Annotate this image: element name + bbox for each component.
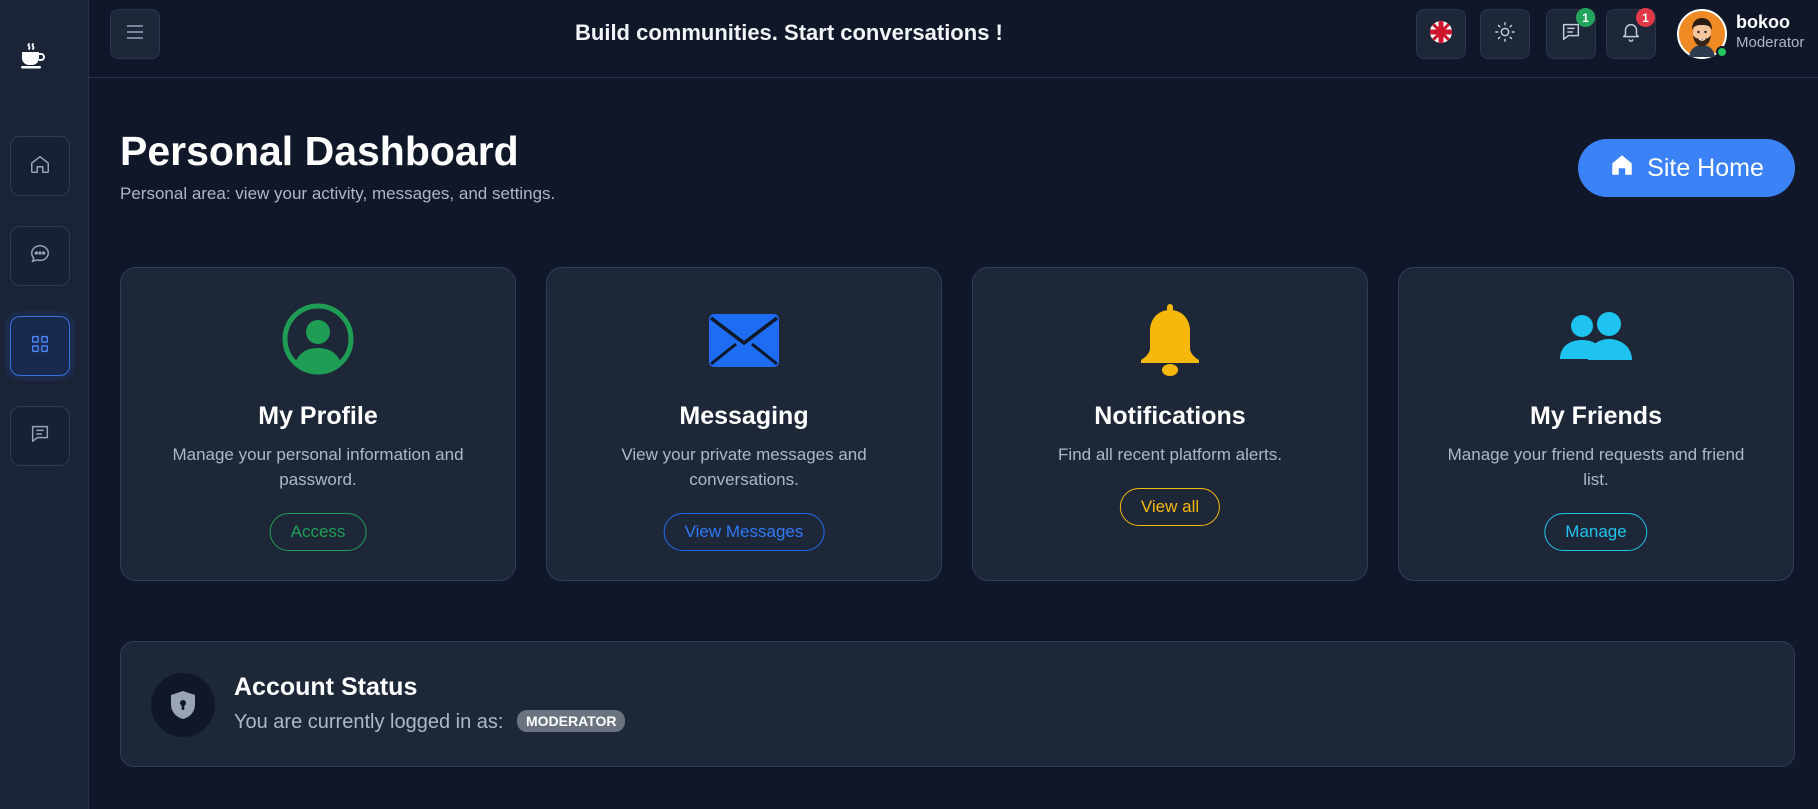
sun-icon [1494, 21, 1516, 48]
coffee-cup-logo-icon[interactable] [17, 40, 49, 72]
envelope-icon [708, 303, 780, 379]
site-home-button[interactable]: Site Home [1578, 139, 1795, 197]
dashboard-grid-icon [29, 333, 51, 360]
chat-bubble-icon [29, 243, 51, 270]
avatar[interactable] [1677, 9, 1728, 59]
messages-button[interactable]: 1 [1546, 8, 1596, 59]
user-role: Moderator [1736, 34, 1805, 51]
sidebar-item-messages[interactable] [10, 406, 70, 466]
account-status-text: You are currently logged in as: MODERATO… [234, 710, 626, 734]
notifications-button[interactable]: 1 [1606, 8, 1656, 59]
card-my-profile: My Profile Manage your personal informat… [120, 267, 516, 581]
uk-flag-icon [1429, 20, 1453, 49]
online-status-dot [1716, 46, 1728, 58]
users-icon [1560, 303, 1632, 379]
card-title: My Friends [1530, 402, 1662, 430]
card-messaging: Messaging View your private messages and… [546, 267, 942, 581]
card-description: Manage your personal information and pas… [172, 445, 464, 489]
messages-count-badge: 1 [1576, 8, 1595, 27]
account-status-panel: Account Status You are currently logged … [120, 641, 1795, 767]
card-description: Find all recent platform alerts. [1058, 445, 1282, 464]
account-status-title: Account Status [234, 673, 418, 701]
topbar: Build communities. Start conversations ! [89, 0, 1818, 78]
user-circle-icon [282, 303, 354, 379]
page-subtitle: Personal area: view your activity, messa… [120, 184, 556, 203]
logged-in-as-label: You are currently logged in as: [234, 711, 504, 733]
access-profile-button[interactable]: Access [269, 513, 367, 551]
manage-friends-button[interactable]: Manage [1544, 513, 1648, 551]
language-button[interactable] [1416, 9, 1466, 59]
role-badge: MODERATOR [517, 710, 626, 732]
home-icon [1609, 152, 1635, 185]
sidebar-item-forum[interactable] [10, 226, 70, 286]
card-title: My Profile [258, 402, 378, 430]
card-title: Notifications [1094, 402, 1246, 430]
shield-lock-icon [151, 673, 215, 737]
app: Build communities. Start conversations ! [0, 0, 1818, 809]
menu-toggle-button[interactable] [110, 9, 160, 59]
theme-toggle-button[interactable] [1480, 9, 1530, 59]
card-description: Manage your friend requests and friend l… [1447, 445, 1745, 489]
user-name[interactable]: bokoo [1736, 12, 1790, 33]
home-icon [29, 153, 51, 180]
page-title: Personal Dashboard [120, 128, 519, 174]
card-my-friends: My Friends Manage your friend requests a… [1398, 267, 1794, 581]
view-all-notifications-button[interactable]: View all [1119, 488, 1221, 526]
site-tagline: Build communities. Start conversations ! [575, 20, 1003, 45]
site-home-label: Site Home [1647, 153, 1764, 182]
sidebar [0, 0, 89, 809]
notifications-count-badge: 1 [1636, 8, 1655, 27]
hamburger-icon [126, 24, 144, 45]
sidebar-item-home[interactable] [10, 136, 70, 196]
card-notifications: Notifications Find all recent platform a… [972, 267, 1368, 581]
view-messages-button[interactable]: View Messages [663, 513, 825, 551]
card-title: Messaging [679, 402, 809, 430]
sidebar-item-dashboard[interactable] [10, 316, 70, 376]
card-description: View your private messages and conversat… [621, 445, 867, 489]
message-square-icon [29, 423, 51, 450]
bell-icon [1134, 303, 1206, 379]
